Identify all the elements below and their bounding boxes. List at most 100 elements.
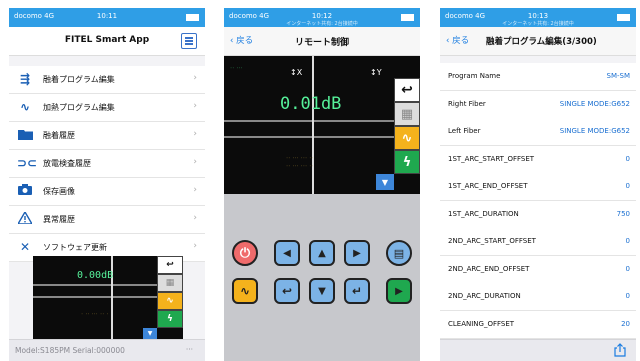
nav-bar: FITEL Smart App — [9, 27, 205, 56]
return-icon[interactable]: ↩ — [394, 78, 420, 102]
splicer-monitor[interactable]: 0.01dB ↕X ↕Y ·· ··· ·· ··· ··· ·· ·· ···… — [224, 56, 420, 194]
battery-icon — [186, 14, 199, 21]
arrow-left-button[interactable]: ◀ — [274, 240, 300, 266]
share-icon[interactable] — [614, 343, 626, 359]
chevron-right-icon: › — [193, 213, 197, 223]
parameter-row[interactable]: 2ND_ARC_DURATION 0 — [440, 283, 636, 311]
menu-item-splice-history[interactable]: 融着履歴 › — [9, 122, 205, 150]
chevron-right-icon: › — [193, 157, 197, 167]
splicer-preview-monitor[interactable]: 0.00dB · ·· ··· ·· · ↩ ▦ ∿ ϟ ▼ — [33, 256, 183, 340]
arrow-up-button[interactable]: ▲ — [309, 240, 335, 266]
arc-icon[interactable]: ϟ — [157, 310, 183, 328]
phone-remote-screen: docomo 4G 10:12 インターネット共有: 2台接続中 ‹ 戻る リモ… — [224, 8, 420, 361]
info-text: ·· ··· — [230, 66, 243, 70]
parameter-row[interactable]: 1ST_ARC_START_OFFSET 0 — [440, 145, 636, 174]
parameter-row[interactable]: Right Fiber SINGLE MODE:G652 — [440, 90, 636, 119]
parameter-name: 1ST_ARC_END_OFFSET — [448, 182, 528, 190]
warning-icon — [16, 210, 34, 226]
parameter-row[interactable]: 1ST_ARC_END_OFFSET 0 — [440, 173, 636, 201]
menu-item-arc-check-history[interactable]: ⊃⊂ 放電検査履歴 › — [9, 150, 205, 178]
page-title: 融着プログラム編集(3/300) — [486, 37, 597, 47]
parameter-name: 2ND_ARC_END_OFFSET — [448, 264, 530, 273]
grid-icon[interactable]: ▦ — [394, 102, 420, 126]
parameter-row[interactable]: 2ND_ARC_END_OFFSET 0 — [440, 255, 636, 284]
splice-loss-readout: 0.01dB — [280, 94, 342, 114]
parameter-row[interactable]: CLEANING_OFFSET 20 — [440, 310, 636, 339]
menu-item-label: 融着プログラム編集 — [43, 75, 115, 84]
parameter-value: 0 — [625, 154, 630, 163]
back-label: 戻る — [452, 36, 470, 46]
menu-item-label: 加熱プログラム編集 — [43, 103, 115, 112]
parameter-row[interactable]: 1ST_ARC_DURATION 750 — [440, 200, 636, 229]
center-line — [111, 256, 113, 340]
back-button[interactable]: ‹ 戻る — [446, 34, 469, 46]
menu-item-splice-program[interactable]: ⇶ 融着プログラム編集 › — [9, 66, 205, 94]
menu-button[interactable]: ▤ — [386, 240, 412, 266]
arc-check-icon: ⊃⊂ — [17, 156, 38, 170]
parameter-name: 2ND_ARC_START_OFFSET — [448, 237, 536, 245]
center-line — [312, 56, 314, 194]
chevron-right-icon: › — [193, 241, 197, 251]
info-text: ·· ··· ··· ·· — [286, 156, 314, 160]
status-bar: docomo 4G 10:13 インターネット共有: 2台接続中 — [440, 8, 636, 27]
splice-program-icon: ⇶ — [19, 72, 31, 86]
nav-bar: ‹ 戻る 融着プログラム編集(3/300) — [440, 27, 636, 56]
parameter-value: 750 — [616, 209, 630, 218]
heat-icon[interactable]: ∿ — [157, 292, 183, 310]
x-axis-label: ↕X — [290, 68, 303, 77]
battery-icon — [617, 14, 630, 21]
info-text: · ·· ··· ·· · — [81, 312, 109, 316]
menu-item-label: ソフトウェア更新 — [43, 243, 107, 252]
menu-item-heat-program[interactable]: ∿ 加熱プログラム編集 › — [9, 94, 205, 122]
camera-icon — [17, 184, 33, 198]
parameter-name: 1ST_ARC_START_OFFSET — [448, 154, 535, 163]
menu-item-label: 異常履歴 — [43, 215, 75, 224]
axis-y-text: Y — [376, 68, 382, 77]
clock: 10:12 — [311, 12, 333, 20]
battery-icon — [401, 14, 414, 21]
menu-item-label: 保存画像 — [43, 187, 75, 196]
arrow-down-button[interactable]: ▼ — [309, 278, 335, 304]
chevron-right-icon: › — [193, 129, 197, 139]
menu-item-label: 放電検査履歴 — [43, 159, 91, 168]
heat-icon[interactable]: ∿ — [394, 126, 420, 150]
clock: 10:11 — [96, 12, 118, 20]
power-button[interactable]: ⏻ — [232, 240, 258, 266]
parameter-value: 20 — [621, 319, 630, 328]
more-icon[interactable]: ··· — [186, 345, 193, 354]
return-icon[interactable]: ↩ — [157, 256, 183, 274]
undo-button[interactable]: ↩ — [274, 278, 300, 304]
arrow-right-button[interactable]: ▶ — [344, 240, 370, 266]
chevron-right-icon: › — [193, 185, 197, 195]
phone-program-edit-screen: docomo 4G 10:13 インターネット共有: 2台接続中 ‹ 戻る 融着… — [440, 8, 636, 361]
app-title: FITEL Smart App — [64, 35, 150, 45]
y-axis-label: ↕Y — [370, 68, 382, 77]
dropdown-icon[interactable]: ▼ — [376, 174, 394, 190]
phone-home-screen: docomo 4G 10:11 FITEL Smart App ⇶ 融着プログラ… — [9, 8, 205, 361]
page-title: リモート制御 — [294, 38, 349, 48]
fiber-line — [224, 120, 420, 122]
hotspot-status: インターネット共有: 2台接続中 — [502, 21, 574, 27]
menu-item-error-history[interactable]: 異常履歴 › — [9, 206, 205, 234]
parameter-value: 0 — [625, 237, 630, 245]
parameter-value: SINGLE MODE:G652 — [559, 99, 630, 108]
grid-icon[interactable]: ▦ — [157, 274, 183, 292]
enter-button[interactable]: ↵ — [344, 278, 370, 304]
parameter-value: 0 — [625, 182, 630, 190]
parameter-row[interactable]: Program Name SM-SM — [440, 63, 636, 91]
clock: 10:13 — [527, 12, 549, 20]
axis-x-text: X — [296, 68, 303, 77]
heat-button[interactable]: ∿ — [232, 278, 258, 304]
fiber-line — [224, 136, 420, 138]
list-menu-icon[interactable] — [181, 33, 197, 49]
info-text: ·· ··· ··· ·· — [286, 164, 314, 168]
hotspot-status: インターネット共有: 2台接続中 — [286, 21, 358, 27]
parameter-row[interactable]: 2ND_ARC_START_OFFSET 0 — [440, 228, 636, 256]
bottom-toolbar — [440, 339, 636, 361]
parameter-row[interactable]: Left Fiber SINGLE MODE:G652 — [440, 118, 636, 146]
dropdown-icon[interactable]: ▼ — [143, 328, 157, 339]
heat-program-icon: ∿ — [19, 100, 31, 114]
arc-icon[interactable]: ϟ — [394, 150, 420, 174]
menu-item-saved-images[interactable]: 保存画像 › — [9, 178, 205, 206]
start-button[interactable]: ▶ — [386, 278, 412, 304]
